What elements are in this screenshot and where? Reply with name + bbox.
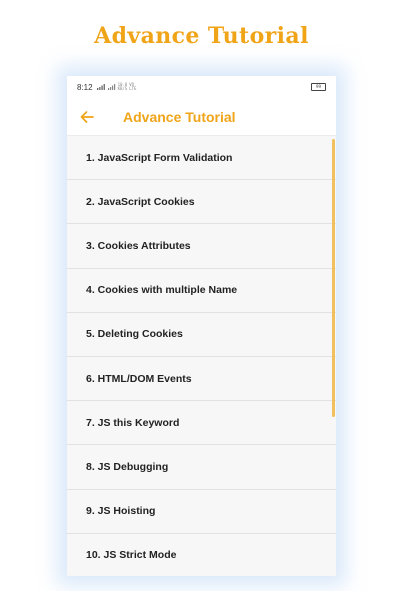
banner-title: Advance Tutorial: [94, 23, 309, 49]
list-item[interactable]: 1. JavaScript Form Validation: [67, 136, 336, 181]
list-item[interactable]: 2. JavaScript Cookies: [67, 180, 336, 225]
list-item[interactable]: 8. JS Debugging: [67, 445, 336, 490]
status-icons: 10.0 KB/S VO LTE: [96, 83, 136, 91]
list-scrollbar[interactable]: [332, 139, 335, 417]
list-item[interactable]: 3. Cookies Attributes: [67, 224, 336, 269]
network-type: VO LTE: [129, 83, 136, 91]
app-bar-title: Advance Tutorial: [123, 108, 236, 125]
status-left: 8:12 10.0 KB/S VO LTE: [77, 83, 136, 92]
list-item[interactable]: 7. JS this Keyword: [67, 401, 336, 446]
network-type-bottom: LTE: [129, 86, 137, 91]
arrow-left-icon: [80, 110, 94, 123]
tutorial-list: 1. JavaScript Form Validation 2. JavaScr…: [67, 136, 336, 576]
phone-screen: 8:12 10.0 KB/S VO LTE 99 Advance Tutoria…: [67, 76, 336, 576]
list-item-label: 2. JavaScript Cookies: [86, 195, 195, 208]
list-item-label: 10. JS Strict Mode: [86, 549, 177, 562]
list-item-label: 9. JS Hoisting: [86, 505, 156, 518]
list-item-label: 4. Cookies with multiple Name: [86, 284, 238, 297]
list-item[interactable]: 10. JS Strict Mode: [67, 534, 336, 576]
list-item-label: 6. HTML/DOM Events: [86, 372, 192, 385]
network-speed-unit: KB/S: [117, 86, 128, 91]
back-button[interactable]: [75, 105, 99, 129]
list-item[interactable]: 6. HTML/DOM Events: [67, 357, 336, 402]
list-item[interactable]: 9. JS Hoisting: [67, 490, 336, 534]
list-item-label: 3. Cookies Attributes: [86, 239, 191, 252]
network-speed: 10.0 KB/S: [118, 83, 128, 91]
list-item-label: 1. JavaScript Form Validation: [86, 151, 233, 164]
list-item-label: 5. Deleting Cookies: [86, 328, 183, 341]
signal-icon-secondary: [107, 84, 115, 90]
battery-icon: 99: [311, 83, 326, 91]
status-time: 8:12: [77, 82, 93, 92]
list-item[interactable]: 4. Cookies with multiple Name: [67, 269, 336, 313]
list-item[interactable]: 5. Deleting Cookies: [67, 313, 336, 357]
list-item-label: 8. JS Debugging: [86, 460, 169, 473]
signal-icon: [96, 84, 105, 90]
status-bar: 8:12 10.0 KB/S VO LTE 99: [67, 76, 336, 98]
list-item-label: 7. JS this Keyword: [86, 416, 180, 429]
app-bar: Advance Tutorial: [67, 98, 336, 136]
